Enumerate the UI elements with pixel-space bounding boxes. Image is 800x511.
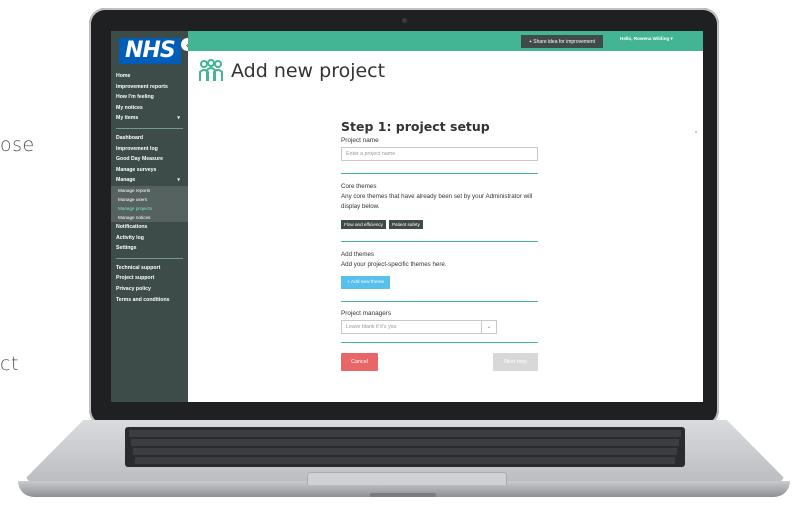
nhs-logo[interactable]: NHS bbox=[119, 38, 181, 64]
sidebar-item-label: Manage bbox=[116, 177, 136, 184]
add-themes-description: Add your project-specific themes here. bbox=[341, 261, 447, 268]
divider bbox=[116, 127, 183, 129]
scrollbar[interactable] bbox=[695, 131, 697, 133]
next-step-button[interactable]: Next step bbox=[493, 353, 538, 371]
sidebar-item-technical-support[interactable]: Technical support bbox=[111, 263, 188, 274]
divider bbox=[341, 173, 538, 174]
sidebar-item-label: My items bbox=[116, 115, 139, 122]
share-idea-button[interactable]: + Share idea for improvement bbox=[521, 35, 604, 48]
sidebar-item-settings[interactable]: Settings bbox=[111, 243, 188, 254]
divider bbox=[341, 241, 538, 242]
sidebar-item-improvement-log[interactable]: Improvement log bbox=[111, 144, 188, 155]
chevron-down-icon: ⌄ bbox=[481, 321, 496, 333]
sidebar-item-notifications[interactable]: Notifications bbox=[111, 222, 188, 233]
sidebar-item-terms[interactable]: Terms and conditions bbox=[111, 295, 188, 306]
sidebar-item-manage-projects[interactable]: Manage projects bbox=[111, 203, 188, 213]
sidebar-item-my-items[interactable]: My items ▾ bbox=[111, 113, 188, 124]
nav-group-1: Home Improvement reports How I'm feeling… bbox=[111, 71, 188, 124]
form-actions: Cancel Next step bbox=[341, 353, 538, 371]
sidebar-item-project-support[interactable]: Project support bbox=[111, 273, 188, 284]
sidebar-item-manage-reports[interactable]: Manage reports bbox=[111, 185, 188, 195]
divider bbox=[341, 301, 538, 302]
core-theme-tags: Flow and efficiency Patient safety bbox=[341, 220, 538, 229]
page-header: Add new project bbox=[197, 59, 385, 83]
logo-area: NHS bbox=[111, 31, 188, 71]
project-managers-placeholder: Leave blank if it's you bbox=[346, 324, 397, 330]
sidebar-item-my-notices[interactable]: My notices bbox=[111, 103, 188, 114]
step-heading: Step 1: project setup bbox=[341, 119, 490, 134]
core-themes-description: Any core themes that have already been s… bbox=[341, 193, 533, 210]
sidebar-item-privacy-policy[interactable]: Privacy policy bbox=[111, 284, 188, 295]
people-group-icon bbox=[199, 59, 223, 81]
laptop-notch bbox=[370, 493, 436, 497]
user-menu[interactable]: Hello, Rowena Wilding ▾ bbox=[620, 36, 673, 42]
sidebar-item-activity-log[interactable]: Activity log bbox=[111, 233, 188, 244]
background-text-bottom: ct bbox=[0, 353, 19, 375]
sidebar-item-home[interactable]: Home bbox=[111, 71, 188, 82]
trackpad bbox=[307, 472, 507, 485]
add-new-theme-button[interactable]: + Add new theme bbox=[341, 276, 391, 289]
laptop-screen: NHS Home Improvement reports How I'm fee… bbox=[111, 31, 703, 402]
sidebar-item-how-im-feeling[interactable]: How I'm feeling bbox=[111, 92, 188, 103]
top-bar: + Share idea for improvement Hello, Rowe… bbox=[188, 31, 703, 51]
chevron-down-icon: ▾ bbox=[177, 115, 180, 122]
nav-group-2: Dashboard Improvement log Good Day Measu… bbox=[111, 133, 188, 254]
camera-icon bbox=[402, 18, 407, 23]
sidebar-item-manage-surveys[interactable]: Manage surveys bbox=[111, 165, 188, 176]
nav-group-support: Technical support Project support Privac… bbox=[111, 263, 188, 305]
project-managers-label: Project managers bbox=[341, 310, 392, 317]
add-themes-heading: Add themes bbox=[341, 251, 375, 258]
theme-tag: Flow and efficiency bbox=[341, 220, 386, 229]
sidebar-item-manage[interactable]: Manage ▾ bbox=[111, 175, 188, 186]
theme-tag: Patient safety bbox=[388, 220, 423, 229]
cancel-button[interactable]: Cancel bbox=[341, 353, 378, 371]
project-setup-form: Step 1: project setup Project name Enter… bbox=[341, 119, 538, 371]
sidebar-item-dashboard[interactable]: Dashboard bbox=[111, 133, 188, 144]
divider bbox=[116, 257, 183, 259]
page-title: Add new project bbox=[231, 60, 386, 82]
chevron-down-icon: ▾ bbox=[177, 177, 180, 184]
divider bbox=[341, 342, 538, 343]
sidebar-item-manage-notices[interactable]: Manage notices bbox=[111, 212, 188, 222]
project-name-label: Project name bbox=[341, 137, 379, 144]
project-managers-select[interactable]: Leave blank if it's you ⌄ bbox=[341, 320, 497, 334]
keyboard bbox=[125, 427, 685, 467]
core-themes-heading: Core themes bbox=[341, 183, 377, 190]
sidebar: NHS Home Improvement reports How I'm fee… bbox=[111, 31, 188, 402]
project-name-input[interactable]: Enter a project name bbox=[341, 147, 538, 161]
sidebar-item-improvement-reports[interactable]: Improvement reports bbox=[111, 82, 188, 93]
background-text-top: ose bbox=[0, 134, 35, 156]
sidebar-item-good-day-measure[interactable]: Good Day Measure bbox=[111, 154, 188, 165]
sidebar-item-manage-users[interactable]: Manage users bbox=[111, 194, 188, 204]
